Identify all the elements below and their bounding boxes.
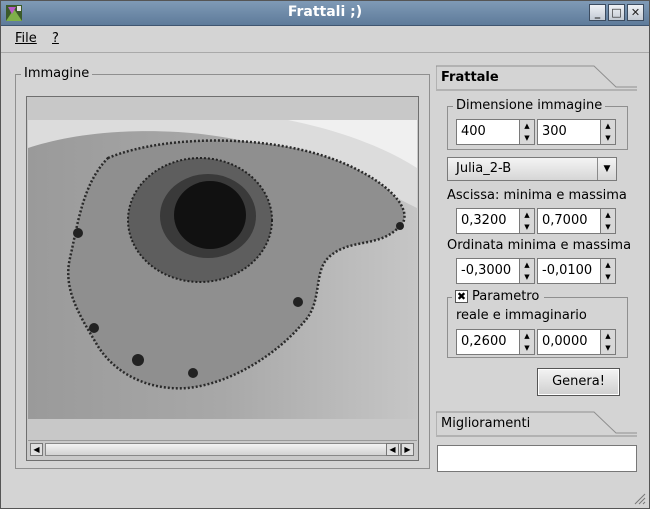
parameter-imag-arrows: ▲ ▼ [600, 330, 615, 354]
spin-down-icon[interactable]: ▼ [520, 271, 534, 283]
miglioramenti-input[interactable] [437, 445, 637, 472]
scroll-left-icon[interactable]: ◀ [30, 443, 43, 456]
spin-up-icon[interactable]: ▲ [601, 209, 615, 221]
parameter-real-spinbox[interactable]: 0,2600 ▲ ▼ [456, 329, 535, 355]
spin-up-icon[interactable]: ▲ [601, 259, 615, 271]
parameter-sublabel: reale e immaginario [456, 308, 587, 323]
dimension-group-title: Dimensione immagine [453, 98, 606, 113]
width-spin-arrows: ▲ ▼ [519, 120, 534, 144]
abscissa-label: Ascissa: minima e massima [447, 188, 627, 203]
ordinate-min-spinbox[interactable]: -0,3000 ▲ ▼ [456, 258, 535, 284]
generate-button[interactable]: Genera! [537, 368, 620, 396]
scrollbar-thumb[interactable] [45, 443, 401, 456]
parameter-real-arrows: ▲ ▼ [519, 330, 534, 354]
scroll-left-icon-2[interactable]: ◀ [386, 443, 399, 456]
abscissa-max-value: 0,7000 [542, 213, 588, 228]
window-title: Frattali ;) [287, 4, 363, 20]
spin-down-icon[interactable]: ▼ [520, 132, 534, 144]
abscissa-min-value: 0,3200 [461, 213, 507, 228]
spin-up-icon[interactable]: ▲ [520, 209, 534, 221]
spin-down-icon[interactable]: ▼ [601, 221, 615, 233]
height-spin-arrows: ▲ ▼ [600, 120, 615, 144]
ordinate-label: Ordinata minima e massima [447, 238, 632, 253]
fractal-type-select[interactable]: Julia_2-B ▼ [447, 157, 617, 181]
ordinate-min-value: -0,3000 [461, 263, 512, 278]
minimize-icon[interactable]: _ [589, 4, 606, 21]
height-spinbox[interactable]: 300 ▲ ▼ [537, 119, 616, 145]
spin-up-icon[interactable]: ▲ [601, 330, 615, 342]
ordinate-max-value: -0,0100 [542, 263, 593, 278]
spin-down-icon[interactable]: ▼ [520, 221, 534, 233]
parameter-real-value: 0,2600 [461, 334, 507, 349]
parameter-imag-spinbox[interactable]: 0,0000 ▲ ▼ [537, 329, 616, 355]
close-icon[interactable]: ✕ [627, 4, 644, 21]
maximize-icon[interactable]: □ [608, 4, 625, 21]
parameter-imag-value: 0,0000 [542, 334, 588, 349]
abscissa-min-arrows: ▲ ▼ [519, 209, 534, 233]
abscissa-max-arrows: ▲ ▼ [600, 209, 615, 233]
menu-file[interactable]: File [15, 31, 37, 46]
spin-down-icon[interactable]: ▼ [601, 271, 615, 283]
spin-up-icon[interactable]: ▲ [520, 120, 534, 132]
spin-up-icon[interactable]: ▲ [520, 330, 534, 342]
parameter-checkbox[interactable]: ✖ [455, 290, 468, 303]
tab-frattale-label: Frattale [441, 70, 499, 85]
horizontal-scrollbar[interactable]: ◀ ◀ ▶ [28, 440, 417, 459]
spin-up-icon[interactable]: ▲ [601, 120, 615, 132]
abscissa-min-spinbox[interactable]: 0,3200 ▲ ▼ [456, 208, 535, 234]
menu-help[interactable]: ? [52, 31, 59, 46]
ordinate-max-arrows: ▲ ▼ [600, 259, 615, 283]
spin-down-icon[interactable]: ▼ [601, 132, 615, 144]
spin-down-icon[interactable]: ▼ [601, 342, 615, 354]
fractal-type-value: Julia_2-B [456, 161, 512, 176]
title-bar[interactable]: Frattali ;) _ □ ✕ [1, 1, 649, 26]
chevron-down-icon[interactable]: ▼ [597, 158, 616, 180]
width-value: 400 [461, 124, 486, 139]
ordinate-max-spinbox[interactable]: -0,0100 ▲ ▼ [537, 258, 616, 284]
spin-down-icon[interactable]: ▼ [520, 342, 534, 354]
height-value: 300 [542, 124, 567, 139]
fractal-image [28, 98, 417, 437]
image-group-title: Immagine [21, 66, 93, 81]
parameter-title: Parametro [472, 289, 540, 304]
main-window: Frattali ;) _ □ ✕ File ? Immagine ◀ ◀ ▶ … [0, 0, 650, 509]
menu-bar: File ? [1, 26, 649, 53]
scroll-right-icon[interactable]: ▶ [401, 443, 414, 456]
tab-frattale[interactable]: Frattale [437, 67, 597, 93]
abscissa-max-spinbox[interactable]: 0,7000 ▲ ▼ [537, 208, 616, 234]
tab-miglioramenti[interactable]: Miglioramenti [437, 413, 597, 439]
width-spinbox[interactable]: 400 ▲ ▼ [456, 119, 535, 145]
ordinate-min-arrows: ▲ ▼ [519, 259, 534, 283]
resize-grip-icon[interactable] [634, 493, 646, 505]
spin-up-icon[interactable]: ▲ [520, 259, 534, 271]
tab-miglioramenti-label: Miglioramenti [441, 416, 531, 431]
